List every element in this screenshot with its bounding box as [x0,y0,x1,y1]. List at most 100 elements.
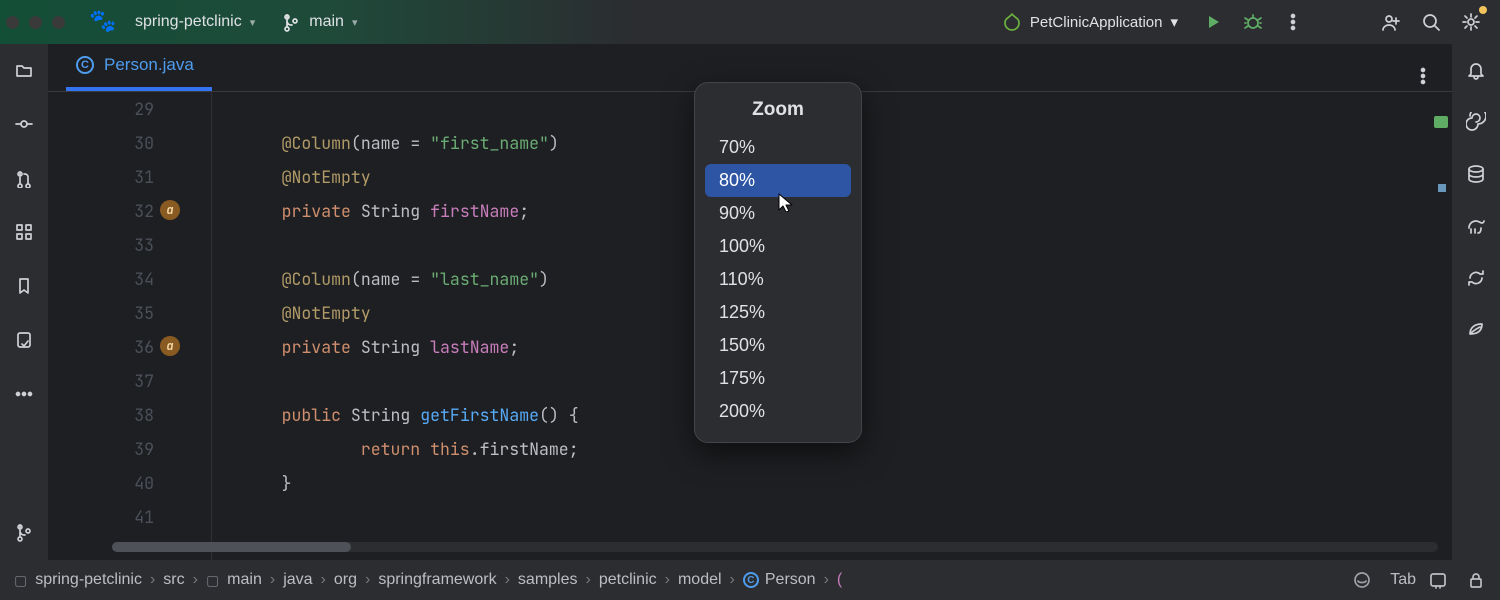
more-tools-button[interactable] [10,380,38,408]
branch-icon [14,522,34,542]
data-icon [14,330,34,350]
zoom-option[interactable]: 125% [705,296,851,329]
beans-button[interactable] [1462,316,1490,344]
class-icon: C [76,56,94,74]
line-number: 35 [48,296,154,330]
zoom-title: Zoom [705,99,851,121]
code-line[interactable] [242,500,1452,534]
gutter: 29303132a33343536a3738394041 [48,92,168,560]
ai-assistant-button[interactable] [1462,108,1490,136]
spiral-icon [1466,112,1486,132]
spring-icon [1002,12,1022,32]
structure-tool-button[interactable] [10,218,38,246]
project-tool-button[interactable] [10,56,38,84]
breadcrumb-segment[interactable]: org [334,571,357,589]
horizontal-scrollbar[interactable] [112,542,1438,552]
breadcrumb-segment[interactable]: src [163,571,184,589]
breadcrumbs-bar: ▢spring-petclinic›src›▢main›java›org›spr… [0,560,1500,600]
elephant-icon [1466,216,1486,236]
line-number: 37 [48,364,154,398]
pull-requests-button[interactable] [10,164,38,192]
gradle-button[interactable] [1462,212,1490,240]
run-button[interactable] [1198,7,1228,37]
breadcrumb-separator: › [730,571,735,589]
zoom-option[interactable]: 70% [705,131,851,164]
gear-icon [1461,12,1481,32]
debug-button[interactable] [1238,7,1268,37]
zoom-option[interactable]: 200% [705,395,851,428]
marker-info[interactable] [1438,184,1446,192]
run-config-selector[interactable]: PetClinicApplication ▾ [1002,12,1178,32]
breadcrumb-separator: › [150,571,155,589]
error-stripe[interactable] [1434,112,1452,192]
indent-label[interactable]: Tab [1390,571,1416,589]
line-number: 38 [48,398,154,432]
breadcrumb-segment[interactable]: springframework [378,571,496,589]
line-number: 41 [48,500,154,534]
breadcrumb-separator: › [365,571,370,589]
breadcrumb-segment[interactable]: samples [518,571,578,589]
collab-button[interactable] [1376,7,1406,37]
space-icon[interactable] [1352,570,1372,590]
author-badge[interactable]: a [160,336,180,356]
author-badge[interactable]: a [160,200,180,220]
vcs-tool-button[interactable] [10,518,38,546]
line-number: 40 [48,466,154,500]
breadcrumb-separator: › [586,571,591,589]
breadcrumb-segment[interactable]: petclinic [599,571,657,589]
more-vertical-icon [1413,66,1433,86]
services-button[interactable] [1462,264,1490,292]
bookmark-icon [14,276,34,296]
window-controls[interactable] [6,16,65,29]
tab-more-button[interactable] [1408,61,1438,91]
traffic-min[interactable] [29,16,42,29]
traffic-max[interactable] [52,16,65,29]
inspection-ok-icon [1434,116,1448,128]
bookmarks-tool-button[interactable] [10,272,38,300]
search-button[interactable] [1416,7,1446,37]
zoom-option[interactable]: 100% [705,230,851,263]
zoom-popup: Zoom 70%80%90%100%110%125%150%175%200% [694,82,862,443]
reload-icon [1466,268,1486,288]
breadcrumb-separator: › [193,571,198,589]
branch-name: main [309,13,344,31]
line-number: 36a [48,330,154,364]
search-icon [1421,12,1441,32]
zoom-option[interactable]: 90% [705,197,851,230]
lock-icon[interactable] [1466,570,1486,590]
tab-label: Person.java [104,55,194,75]
commit-icon [14,114,34,134]
breadcrumb-class[interactable]: CPerson [743,571,816,589]
play-icon [1203,12,1223,32]
structure-icon [14,222,34,242]
more-horizontal-icon [14,384,34,404]
branch-selector[interactable]: main ▾ [273,8,365,36]
commit-tool-button[interactable] [10,110,38,138]
project-selector[interactable]: spring-petclinic ▾ [127,9,263,35]
breadcrumb-separator: › [270,571,275,589]
persistence-tool-button[interactable] [10,326,38,354]
zoom-option[interactable]: 150% [705,329,851,362]
line-number: 30 [48,126,154,160]
traffic-close[interactable] [6,16,19,29]
breadcrumb-segment[interactable]: java [283,571,312,589]
folder-icon: ▢ [206,572,219,589]
code-line[interactable]: } [242,466,1452,500]
breadcrumb-segment[interactable]: spring-petclinic [35,571,142,589]
line-sep-icon[interactable] [1428,570,1450,590]
zoom-option[interactable]: 175% [705,362,851,395]
zoom-option[interactable]: 110% [705,263,851,296]
more-vertical-icon [1283,12,1303,32]
breadcrumb-segment[interactable]: main [227,571,262,589]
chevron-down-icon: ▾ [250,16,256,29]
more-actions-button[interactable] [1278,7,1308,37]
breadcrumb-tail: ( [837,571,842,589]
zoom-option[interactable]: 80% [705,164,851,197]
breadcrumb-segment[interactable]: model [678,571,722,589]
settings-button[interactable] [1456,7,1486,37]
folder-icon [14,60,34,80]
database-button[interactable] [1462,160,1490,188]
breadcrumb-separator: › [824,571,829,589]
notifications-button[interactable] [1462,56,1490,84]
tab-person-java[interactable]: C Person.java [66,43,212,91]
